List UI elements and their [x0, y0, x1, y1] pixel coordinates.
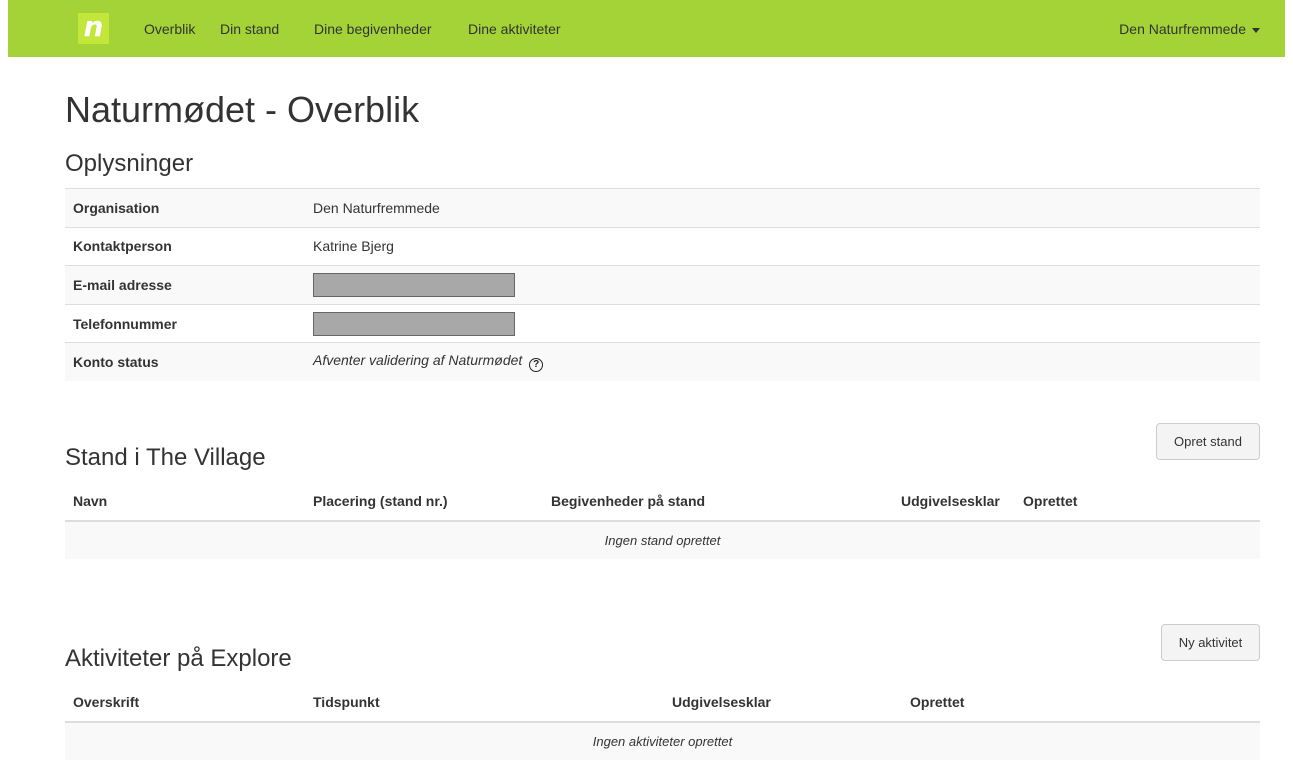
nav-dine-aktiviteter[interactable]: Dine aktiviteter — [468, 21, 561, 37]
caret-down-icon — [1252, 27, 1260, 33]
account-status-text: Afventer validering af Naturmødet — [313, 352, 523, 369]
column-header[interactable]: Navn — [65, 482, 305, 522]
user-menu-dropdown[interactable]: Den Naturfremmede — [1119, 21, 1260, 37]
activities-table-header: Overskrift Tidspunkt Udgivelsesklar Opre… — [65, 683, 1260, 723]
column-header[interactable]: Udgivelsesklar — [664, 683, 902, 723]
page-title: Naturmødet - Overblik — [65, 89, 420, 130]
stand-table: Navn Placering (stand nr.) Begivenheder … — [65, 482, 1260, 559]
info-row-contact: Kontaktperson Katrine Bjerg — [65, 226, 1260, 266]
stand-heading: Stand i The Village — [65, 444, 266, 471]
info-value: Den Naturfremmede — [305, 188, 1260, 228]
column-header[interactable]: Udgivelsesklar — [893, 482, 1015, 522]
info-label: Telefonnummer — [65, 303, 305, 343]
table-row: Ingen aktiviteter oprettet — [65, 722, 1260, 760]
new-activity-button[interactable]: Ny aktivitet — [1161, 624, 1260, 661]
nav-dine-begivenheder[interactable]: Dine begivenheder — [314, 21, 432, 37]
column-header[interactable]: Oprettet — [1015, 482, 1260, 522]
info-row-phone: Telefonnummer — [65, 303, 1260, 343]
create-stand-button[interactable]: Opret stand — [1156, 423, 1260, 460]
activities-heading: Aktiviteter på Explore — [65, 645, 292, 672]
empty-message: Ingen stand oprettet — [65, 521, 1260, 559]
nav-overblik[interactable]: Overblik — [144, 21, 195, 37]
empty-message: Ingen aktiviteter oprettet — [65, 722, 1260, 760]
help-circle-icon[interactable]: ? — [529, 358, 544, 373]
column-header[interactable]: Overskrift — [65, 683, 305, 723]
info-row-status: Konto status Afventer validering af Natu… — [65, 342, 1260, 382]
info-table: Organisation Den Naturfremmede Kontaktpe… — [65, 188, 1260, 382]
info-row-email: E-mail adresse — [65, 265, 1260, 305]
info-label: Organisation — [65, 188, 305, 228]
table-row: Ingen stand oprettet — [65, 521, 1260, 559]
column-header[interactable]: Oprettet — [902, 683, 1260, 723]
column-header[interactable]: Placering (stand nr.) — [305, 482, 543, 522]
nav-din-stand[interactable]: Din stand — [220, 21, 279, 37]
info-label: E-mail adresse — [65, 265, 305, 305]
info-row-organisation: Organisation Den Naturfremmede — [65, 188, 1260, 228]
info-label: Konto status — [65, 342, 305, 382]
logo[interactable]: n — [78, 13, 109, 44]
info-value: Katrine Bjerg — [305, 226, 1260, 266]
activities-table: Overskrift Tidspunkt Udgivelsesklar Opre… — [65, 683, 1260, 760]
redacted-phone — [313, 311, 515, 336]
top-navbar: n Overblik Din stand Dine begivenheder D… — [8, 0, 1285, 57]
info-label: Kontaktperson — [65, 226, 305, 266]
column-header[interactable]: Begivenheder på stand — [543, 482, 893, 522]
user-menu-label: Den Naturfremmede — [1119, 21, 1246, 37]
stand-table-header: Navn Placering (stand nr.) Begivenheder … — [65, 482, 1260, 522]
column-header[interactable]: Tidspunkt — [305, 683, 664, 723]
redacted-email — [313, 272, 515, 297]
info-heading: Oplysninger — [65, 150, 194, 177]
